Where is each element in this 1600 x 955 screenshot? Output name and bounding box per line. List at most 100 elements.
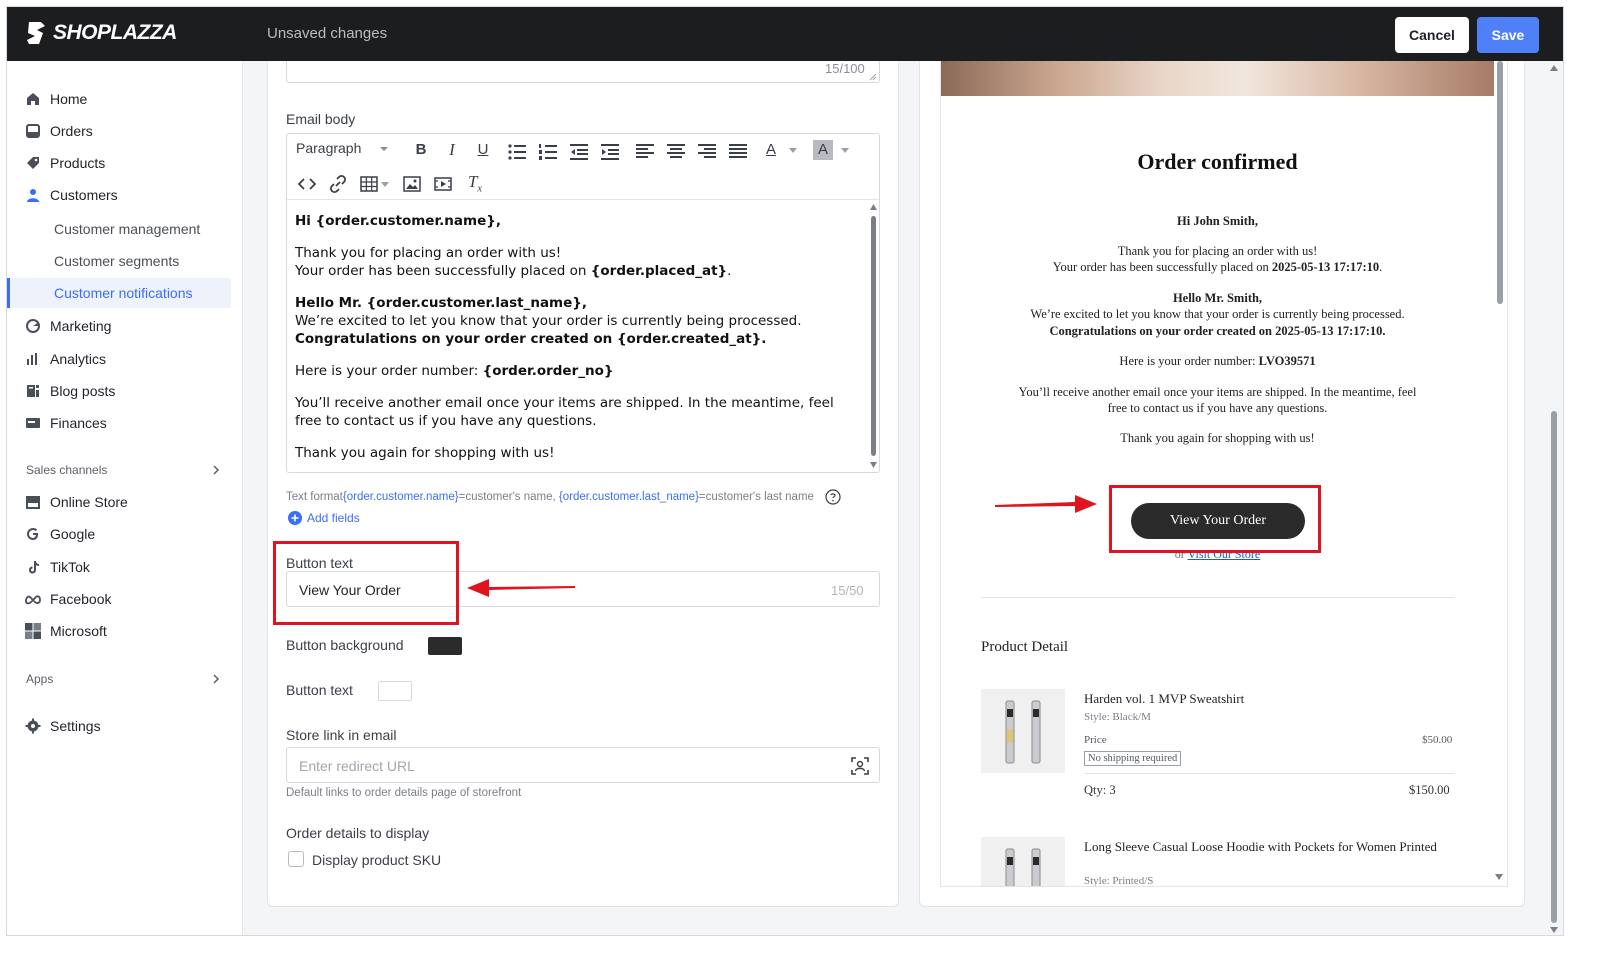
underline-icon[interactable]: U <box>473 140 493 160</box>
editor-scroll-thumb[interactable] <box>871 216 876 456</box>
link-icon[interactable] <box>328 174 348 194</box>
email-preview-card: Order confirmed Hi John Smith, Thank you… <box>919 61 1525 907</box>
preview-scroll-thumb[interactable] <box>1497 61 1503 304</box>
product-style: Style: Printed/S <box>1084 875 1154 887</box>
hint-mid: =customer's name, <box>458 491 559 504</box>
bold-icon[interactable]: B <box>411 140 431 160</box>
product-price: $50.00 <box>1422 734 1453 746</box>
store-link-input[interactable]: Enter redirect URL <box>286 747 880 783</box>
indent-icon[interactable] <box>600 142 620 162</box>
text-format-hint: Text format{order.customer.name}=custome… <box>286 489 841 505</box>
sidebar-item-tiktok[interactable]: TikTok <box>7 552 243 582</box>
cancel-button[interactable]: Cancel <box>1395 17 1469 53</box>
hint-prefix: Text format <box>286 491 343 504</box>
paragraph-select-value: Paragraph <box>296 140 362 156</box>
align-justify-icon[interactable] <box>728 142 748 162</box>
brand-logo[interactable]: SHOPLAZZA <box>25 20 177 46</box>
page-scrollbar[interactable] <box>1547 61 1561 935</box>
preview-placed-suffix: . <box>1379 260 1383 274</box>
sidebar-section-apps[interactable]: Apps <box>7 668 243 692</box>
caret-down-icon[interactable] <box>789 148 797 154</box>
scroll-down-icon[interactable] <box>870 462 877 468</box>
sidebar-item-facebook[interactable]: Facebook <box>7 584 243 614</box>
sidebar-item-label: Home <box>50 91 88 107</box>
button-background-swatch[interactable] <box>428 637 462 655</box>
clear-format-icon[interactable]: Tx <box>465 172 485 194</box>
display-sku-checkbox[interactable] <box>288 851 304 867</box>
annotation-highlight-box <box>1109 485 1321 553</box>
italic-icon[interactable]: I <box>442 140 462 160</box>
product-image <box>981 837 1065 886</box>
scroll-down-icon[interactable] <box>1494 873 1504 881</box>
sidebar-item-microsoft[interactable]: Microsoft <box>7 616 243 646</box>
caret-down-icon <box>380 147 389 152</box>
sidebar-sub-label: Customer notifications <box>54 285 193 301</box>
sidebar-item-settings[interactable]: Settings <box>7 711 243 741</box>
highlight-color-icon[interactable]: A <box>813 140 833 160</box>
sidebar-item-analytics[interactable]: Analytics <box>7 344 243 374</box>
body-placed-prefix: Your order has been successfully placed … <box>295 263 591 279</box>
sidebar-item-label: Microsoft <box>50 623 107 639</box>
body-placed-suffix: . <box>727 263 732 279</box>
table-icon[interactable] <box>359 174 379 194</box>
paragraph-select[interactable]: Paragraph <box>296 140 389 156</box>
text-color-icon[interactable]: A <box>761 140 781 160</box>
outdent-icon[interactable] <box>569 142 589 162</box>
numbered-list-icon[interactable] <box>538 142 558 162</box>
button-text-color-swatch[interactable] <box>378 681 412 701</box>
sidebar-item-google[interactable]: Google <box>7 519 243 549</box>
code-icon[interactable] <box>297 174 317 194</box>
align-right-icon[interactable] <box>697 142 717 162</box>
scroll-down-icon[interactable] <box>1550 927 1558 933</box>
notification-editor-card: 15/100 Email body Paragraph B I U A A Tx… <box>267 61 899 907</box>
person-icon <box>27 189 39 202</box>
help-icon[interactable] <box>825 489 841 505</box>
sidebar-item-finances[interactable]: Finances <box>7 408 243 438</box>
hint-var-name: {order.customer.name} <box>342 491 459 504</box>
product-detail-heading: Product Detail <box>981 639 1069 655</box>
resize-handle-icon[interactable] <box>869 73 877 81</box>
sidebar-item-orders[interactable]: Orders <box>7 116 243 146</box>
align-left-icon[interactable] <box>635 142 655 162</box>
preview-placed-date: 2025-05-13 17:17:10 <box>1271 260 1380 274</box>
sidebar-item-blog-posts[interactable]: Blog posts <box>7 376 243 406</box>
sidebar-sub-customer-notifications[interactable]: Customer notifications <box>7 278 231 308</box>
caret-down-icon[interactable] <box>841 148 849 154</box>
link-scan-icon[interactable] <box>850 756 870 776</box>
align-center-icon[interactable] <box>666 142 686 162</box>
sidebar-item-marketing[interactable]: Marketing <box>7 311 243 341</box>
add-fields-link[interactable]: Add fields <box>288 511 360 525</box>
video-icon[interactable] <box>433 174 453 194</box>
sidebar-item-label: Facebook <box>50 591 112 607</box>
preview-title: Order confirmed <box>1137 149 1298 174</box>
sidebar-item-label: Products <box>50 155 106 171</box>
scroll-up-icon[interactable] <box>1550 65 1558 71</box>
editor-toolbar: Paragraph B I U A A Tx <box>287 134 879 200</box>
subject-input[interactable]: 15/100 <box>286 61 880 83</box>
sidebar-section-sales-channels[interactable]: Sales channels <box>7 459 243 483</box>
bullet-list-icon[interactable] <box>507 142 527 162</box>
save-button[interactable]: Save <box>1477 17 1539 53</box>
shipping-badge: No shipping required <box>1084 751 1182 766</box>
sidebar-item-online-store[interactable]: Online Store <box>7 487 243 517</box>
editor-scrollbar[interactable] <box>870 204 877 470</box>
page-scroll-thumb[interactable] <box>1551 411 1557 923</box>
hint-var-last-name: {order.customer.last_name} <box>558 491 699 504</box>
body-receive: You’ll receive another email once your i… <box>295 395 834 429</box>
sidebar-sub-customer-segments[interactable]: Customer segments <box>7 246 243 276</box>
caret-down-icon[interactable] <box>381 182 389 188</box>
preview-scrollbar[interactable] <box>1496 61 1504 304</box>
sidebar-item-home[interactable]: Home <box>7 84 243 114</box>
store-link-label: Store link in email <box>286 727 397 743</box>
body-thanks-again: Thank you again for shopping with us! <box>295 445 555 461</box>
scroll-up-icon[interactable] <box>870 204 877 210</box>
vape-pen-image-icon <box>1005 700 1041 764</box>
sidebar-item-customers[interactable]: Customers <box>7 180 243 210</box>
email-body-content[interactable]: Hi {order.customer.name}, Thank you for … <box>295 212 863 476</box>
product-style: Style: Black/M <box>1084 711 1151 723</box>
image-icon[interactable] <box>402 174 422 194</box>
preview-receive-line2: free to contact us if you have any quest… <box>1107 401 1328 415</box>
store-link-placeholder: Enter redirect URL <box>299 758 415 774</box>
sidebar-item-products[interactable]: Products <box>7 148 243 178</box>
sidebar-sub-customer-management[interactable]: Customer management <box>7 214 243 244</box>
